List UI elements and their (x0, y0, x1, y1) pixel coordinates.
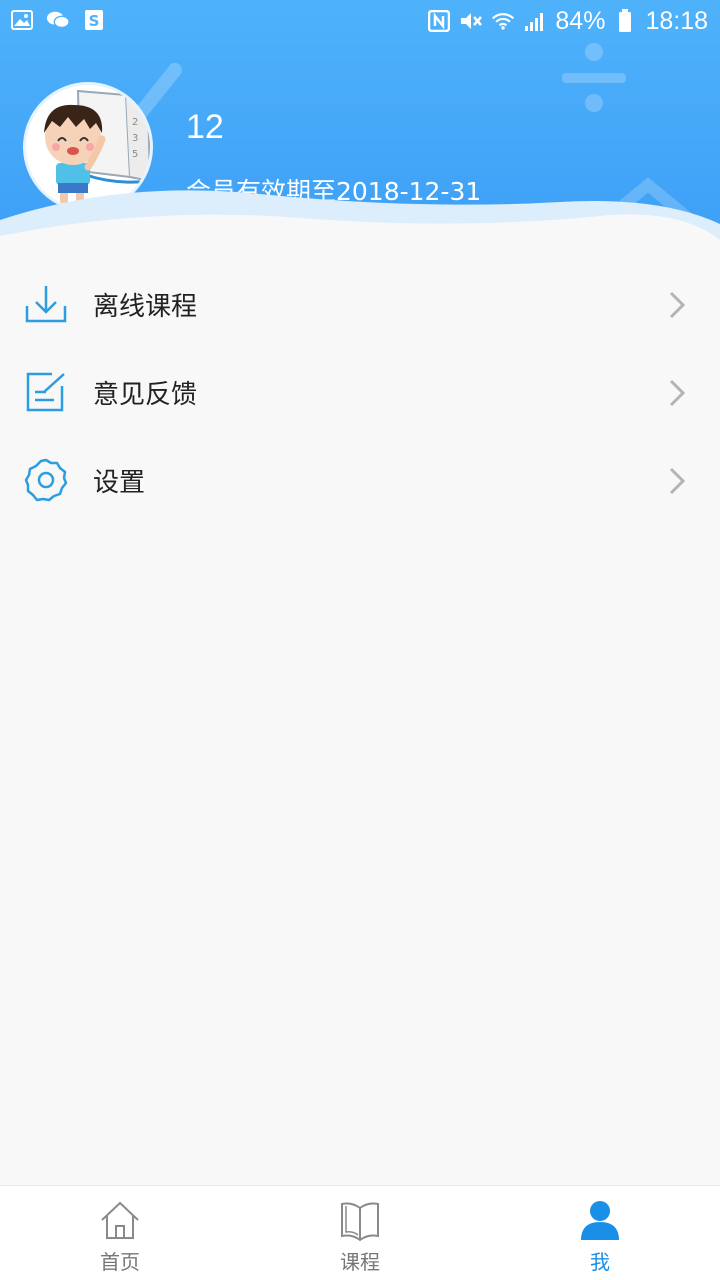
nav-tab-courses[interactable]: 课程 (240, 1186, 480, 1280)
header-wave (0, 190, 720, 250)
menu-item-settings[interactable]: 设置 (0, 436, 720, 524)
menu-item-label: 设置 (93, 468, 146, 498)
clock: 18:18 (645, 7, 708, 35)
nav-label: 首页 (100, 1250, 140, 1274)
chevron-right-icon (668, 466, 686, 496)
nav-label: 我 (590, 1250, 610, 1274)
menu-list: 离线课程 意见反馈 设置 (0, 260, 720, 524)
svg-text:3: 3 (132, 133, 138, 144)
signal-icon (523, 9, 547, 33)
s-icon: S (82, 8, 106, 32)
gallery-icon (10, 8, 34, 32)
nav-tab-home[interactable]: 首页 (0, 1186, 240, 1280)
svg-text:5: 5 (132, 149, 138, 160)
person-icon (578, 1198, 622, 1242)
settings-icon (24, 458, 68, 502)
book-icon (338, 1198, 382, 1242)
menu-item-label: 离线课程 (93, 292, 198, 322)
chevron-right-icon (668, 290, 686, 320)
wifi-icon (491, 9, 515, 33)
menu-item-offline-courses[interactable]: 离线课程 (0, 260, 720, 348)
nav-tab-me[interactable]: 我 (480, 1186, 720, 1280)
menu-item-label: 意见反馈 (93, 380, 198, 410)
svg-text:2: 2 (132, 117, 138, 128)
bottom-navigation: 首页 课程 我 (0, 1185, 720, 1280)
battery-percent: 84% (555, 7, 606, 35)
profile-header: S 84% 18:18 2 3 5 12 会员有效期至2018-12-31 (0, 0, 720, 250)
username: 12 (186, 108, 224, 146)
chevron-right-icon (668, 378, 686, 408)
menu-item-feedback[interactable]: 意见反馈 (0, 348, 720, 436)
download-icon (24, 282, 68, 326)
mute-icon (459, 9, 483, 33)
wechat-icon (46, 8, 70, 32)
nav-label: 课程 (340, 1250, 380, 1274)
nfc-icon (427, 9, 451, 33)
feedback-icon (24, 370, 68, 414)
battery-icon (613, 9, 637, 33)
home-icon (98, 1198, 142, 1242)
status-bar: S 84% 18:18 (0, 0, 720, 44)
svg-text:S: S (89, 12, 100, 30)
